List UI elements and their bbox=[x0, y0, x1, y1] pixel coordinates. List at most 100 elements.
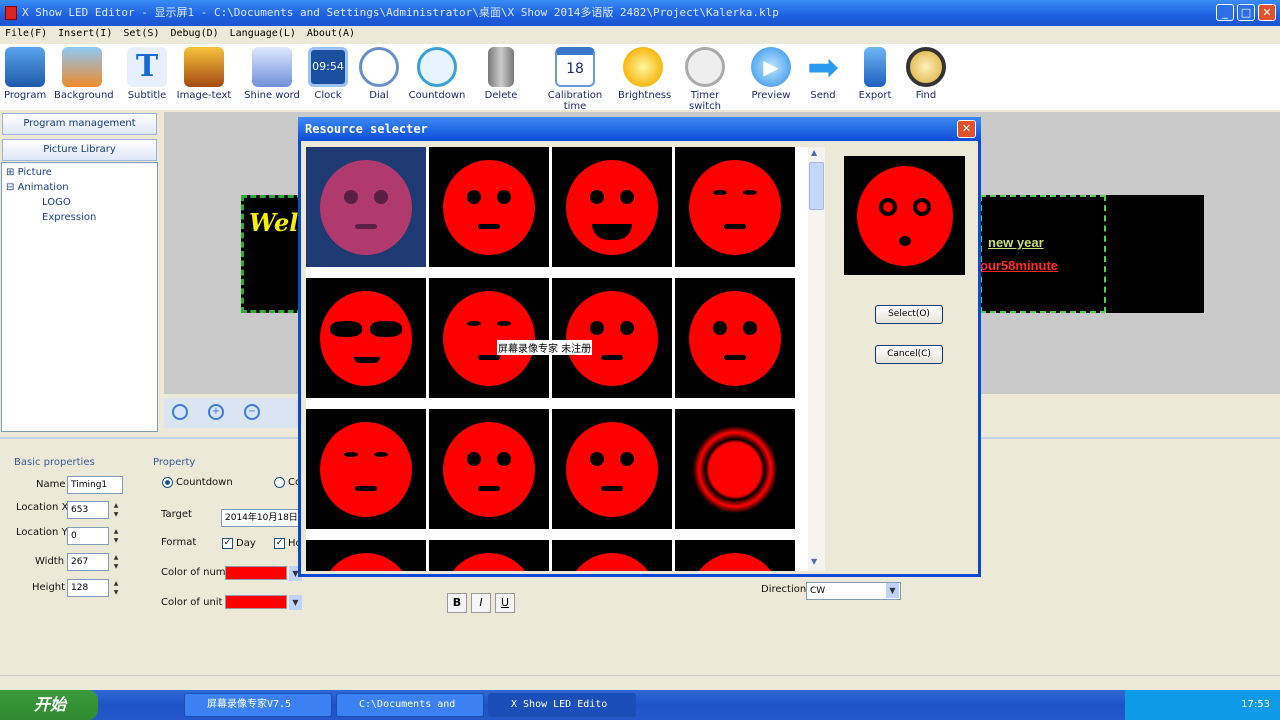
tree-item-logo[interactable]: LOGO bbox=[42, 197, 71, 208]
taskbar-item-explorer[interactable]: C:\Documents and bbox=[336, 693, 484, 717]
direction-dropdown-icon[interactable]: ▼ bbox=[886, 583, 899, 598]
height-spinner[interactable]: ▲ ▼ bbox=[111, 579, 121, 597]
height-field[interactable]: 128 bbox=[67, 579, 109, 597]
menu-set[interactable]: Set(S) bbox=[118, 26, 165, 39]
day-checkbox[interactable]: ✓ bbox=[222, 538, 233, 549]
location-x-spinner[interactable]: ▲ ▼ bbox=[111, 501, 121, 519]
target-date-field[interactable]: 2014年10月18日 bbox=[221, 509, 299, 527]
emoticon-eye bbox=[620, 190, 634, 204]
emoticon-mouth bbox=[478, 224, 500, 229]
bold-button[interactable]: B bbox=[447, 593, 467, 613]
width-spinner[interactable]: ▲ ▼ bbox=[111, 553, 121, 571]
dialog-close-button[interactable]: ✕ bbox=[957, 120, 976, 138]
grid-scrollbar[interactable]: ▲ ▼ bbox=[808, 147, 825, 571]
expression-cell[interactable] bbox=[429, 409, 549, 529]
expression-cell[interactable] bbox=[675, 147, 795, 267]
scroll-up-icon[interactable]: ▲ bbox=[811, 148, 817, 157]
expression-cell[interactable] bbox=[552, 278, 672, 398]
subtitle-button[interactable]: T Subtitle bbox=[126, 47, 168, 101]
clock-button[interactable]: 09:54 Clock bbox=[308, 47, 348, 101]
name-field[interactable]: Timing1 bbox=[67, 476, 123, 494]
location-y-field[interactable]: 0 bbox=[67, 527, 109, 545]
scroll-down-icon[interactable]: ▼ bbox=[811, 557, 817, 566]
countdown-area[interactable]: new year our58minute bbox=[980, 195, 1106, 313]
expression-cell[interactable] bbox=[306, 540, 426, 571]
scrollbar-thumb[interactable] bbox=[809, 162, 824, 210]
menu-language[interactable]: Language(L) bbox=[225, 26, 302, 39]
expression-cell[interactable] bbox=[552, 540, 672, 571]
countup-radio[interactable] bbox=[274, 477, 285, 488]
led-area-1[interactable]: Wel bbox=[241, 195, 303, 313]
location-x-label: Location X bbox=[16, 502, 69, 513]
menu-file[interactable]: File(F) bbox=[0, 26, 53, 39]
menu-about[interactable]: About(A) bbox=[302, 26, 361, 39]
brightness-button[interactable]: Brightness bbox=[618, 47, 671, 101]
emoticon-eye bbox=[497, 190, 511, 204]
emoticon-face-icon bbox=[689, 160, 781, 255]
expression-cell[interactable] bbox=[306, 147, 426, 267]
emoticon-face-icon bbox=[320, 553, 412, 571]
dial-button[interactable]: Dial bbox=[358, 47, 400, 101]
cancel-button[interactable]: Cancel(C) bbox=[875, 345, 943, 364]
expression-cell[interactable] bbox=[675, 540, 795, 571]
tree-item-animation[interactable]: ⊟ Animation bbox=[6, 182, 69, 193]
expression-cell[interactable] bbox=[552, 409, 672, 529]
preview-button[interactable]: ▶ Preview bbox=[750, 47, 792, 101]
taskbar-item-recorder[interactable]: 屏幕录像专家V7.5 bbox=[184, 693, 332, 717]
zoom-in-icon[interactable]: + bbox=[208, 404, 224, 420]
led-countdown-text: our58minute bbox=[980, 258, 1059, 273]
zoom-out-icon[interactable]: − bbox=[244, 404, 260, 420]
select-button[interactable]: Select(O) bbox=[875, 305, 943, 324]
expression-cell[interactable] bbox=[429, 540, 549, 571]
start-button[interactable]: 开始 bbox=[0, 690, 98, 720]
calibration-time-button[interactable]: 18 Calibration time bbox=[538, 47, 612, 112]
hour-checkbox[interactable]: ✓ bbox=[274, 538, 285, 549]
emoticon-eye bbox=[743, 190, 757, 195]
expression-cell[interactable] bbox=[675, 278, 795, 398]
menu-insert[interactable]: Insert(I) bbox=[53, 26, 118, 39]
countdown-radio[interactable] bbox=[162, 477, 173, 488]
minimize-button[interactable]: _ bbox=[1216, 4, 1234, 21]
background-button[interactable]: Background bbox=[54, 47, 114, 101]
find-button[interactable]: Find bbox=[904, 47, 948, 101]
delete-button[interactable]: Delete bbox=[480, 47, 522, 101]
expression-cell[interactable] bbox=[306, 278, 426, 398]
target-label: Target bbox=[161, 509, 192, 520]
program-management-tab[interactable]: Program management bbox=[2, 113, 157, 135]
export-button[interactable]: Export bbox=[854, 47, 896, 101]
toolbar-label: Delete bbox=[484, 90, 518, 101]
expression-cell[interactable] bbox=[429, 278, 549, 398]
menu-debug[interactable]: Debug(D) bbox=[165, 26, 224, 39]
zoom-fit-icon[interactable] bbox=[172, 404, 188, 420]
program-button[interactable]: Program bbox=[4, 47, 46, 101]
send-button[interactable]: ➡ Send bbox=[802, 47, 844, 101]
expression-cell[interactable] bbox=[552, 147, 672, 267]
timer-switch-button[interactable]: Timer switch bbox=[676, 47, 734, 112]
expression-cell[interactable] bbox=[675, 409, 795, 529]
countdown-button[interactable]: Countdown bbox=[408, 47, 466, 101]
emoticon-face-icon bbox=[320, 160, 412, 255]
color-of-unit-swatch[interactable] bbox=[225, 595, 287, 609]
emoticon-eye bbox=[370, 321, 402, 337]
expression-grid bbox=[306, 147, 808, 571]
location-y-spinner[interactable]: ▲ ▼ bbox=[111, 527, 121, 545]
maximize-button[interactable]: □ bbox=[1237, 4, 1255, 21]
underline-button[interactable]: U bbox=[495, 593, 515, 613]
close-button[interactable]: ✕ bbox=[1258, 4, 1276, 21]
location-x-field[interactable]: 653 bbox=[67, 501, 109, 519]
color-of-number-swatch[interactable] bbox=[225, 566, 287, 580]
taskbar-item-led-editor[interactable]: X Show LED Edito bbox=[488, 693, 636, 717]
preview-mouth bbox=[899, 236, 911, 246]
tree-item-expression[interactable]: Expression bbox=[42, 212, 96, 223]
shine-word-button[interactable]: Shine word bbox=[244, 47, 300, 101]
emoticon-face-icon bbox=[320, 291, 412, 386]
color-of-unit-dropdown[interactable]: ▼ bbox=[289, 595, 302, 610]
italic-button[interactable]: I bbox=[471, 593, 491, 613]
image-text-button[interactable]: Image-text bbox=[176, 47, 232, 101]
emoticon-face-icon bbox=[320, 422, 412, 517]
tree-item-picture[interactable]: ⊞ Picture bbox=[6, 167, 52, 178]
picture-library-tab[interactable]: Picture Library bbox=[2, 139, 157, 161]
width-field[interactable]: 267 bbox=[67, 553, 109, 571]
expression-cell[interactable] bbox=[429, 147, 549, 267]
expression-cell[interactable] bbox=[306, 409, 426, 529]
